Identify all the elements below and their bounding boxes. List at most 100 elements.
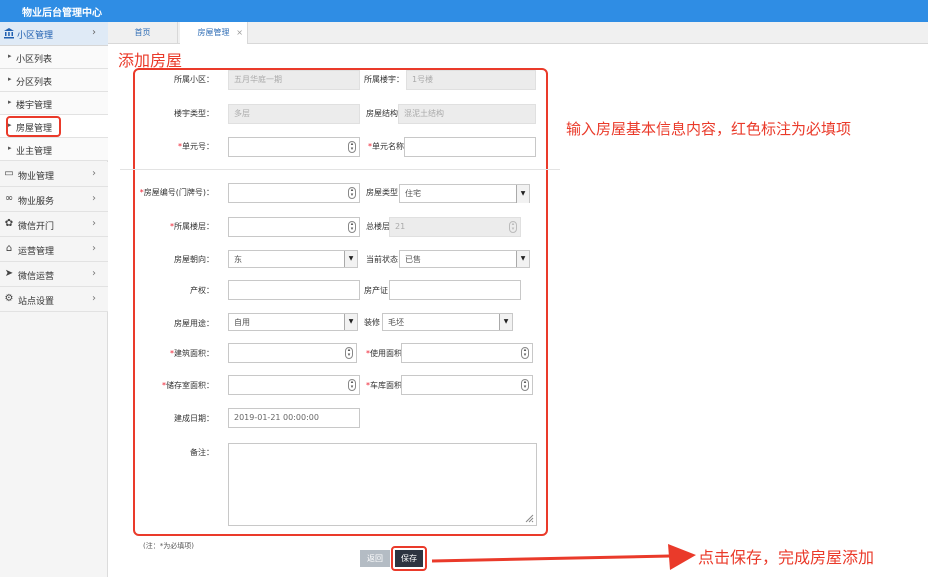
sidebar-group-site-settings[interactable]: ⚙ 站点设置 › — [0, 287, 108, 312]
send-icon: ➤ — [4, 268, 14, 279]
property-right-input[interactable] — [228, 280, 360, 300]
sidebar-item-zone-list[interactable]: ▸ 分区列表 — [0, 69, 108, 92]
orientation-label: 房屋朝向： — [174, 255, 214, 264]
sidebar-group-label: 物业服务 — [18, 197, 55, 207]
chevron-right-icon: › — [92, 193, 96, 204]
floor-label: *所属楼层： — [140, 221, 214, 232]
remark-textarea[interactable] — [228, 443, 537, 526]
stepper-icon[interactable]: ▴ ▾ — [348, 141, 356, 153]
sidebar-item-community-list[interactable]: ▸ 小区列表 — [0, 46, 108, 69]
sidebar: 小区管理 › ▸ 小区列表 ▸ 分区列表 ▸ 楼宇管理 ▸ 房屋管理 ▸ 业主管… — [0, 22, 108, 577]
sidebar-group-label: 微信开门 — [18, 222, 55, 232]
total-floors-field[interactable]: 21 ▴ ▾ — [389, 217, 521, 237]
building-icon: ⌂ — [5, 243, 13, 254]
community-field[interactable]: 五月华庭一期 — [228, 70, 360, 90]
storage-area-input[interactable]: ▴ ▾ — [228, 375, 360, 395]
annotation-arrow-icon — [431, 544, 696, 570]
usage-label: 房屋用途： — [174, 319, 214, 328]
sidebar-group-label: 运营管理 — [18, 247, 55, 257]
sidebar-item-label: 小区列表 — [16, 55, 53, 65]
sidebar-item-building-manage[interactable]: ▸ 楼宇管理 — [0, 92, 108, 115]
tab-house-manage[interactable]: 房屋管理 × — [180, 22, 248, 44]
sidebar-item-label: 分区列表 — [16, 78, 53, 88]
decoration-label: 装修 — [364, 318, 380, 327]
close-icon[interactable]: × — [236, 22, 243, 44]
sidebar-item-label: 房屋管理 — [16, 124, 53, 134]
chevron-right-icon: › — [92, 293, 96, 304]
sidebar-group-service[interactable]: ∞ 物业服务 › — [0, 187, 108, 212]
build-area-label: *建筑面积： — [140, 348, 214, 359]
sidebar-item-house-manage[interactable]: ▸ 房屋管理 — [0, 115, 108, 138]
dropdown-arrow-icon: ▼ — [516, 185, 529, 203]
chevron-right-icon: › — [92, 268, 96, 279]
app-title: 物业后台管理中心 — [22, 8, 102, 19]
caret-right-icon: ▸ — [8, 144, 12, 152]
sidebar-group-label: 站点设置 — [18, 297, 55, 307]
resize-handle-icon[interactable] — [524, 513, 534, 523]
decoration-select[interactable]: 毛坯 ▼ — [382, 313, 513, 331]
chevron-right-icon: › — [92, 243, 96, 254]
sidebar-group-label: 微信运营 — [18, 272, 55, 282]
required-note: (注：*为必填项) — [143, 542, 194, 550]
bank-icon — [3, 27, 15, 39]
stepper-icon[interactable]: ▴ ▾ — [348, 187, 356, 199]
unit-no-label: *单元号： — [140, 141, 214, 152]
floor-input[interactable]: ▴ ▾ — [228, 217, 360, 237]
dropdown-arrow-icon: ▼ — [499, 314, 512, 330]
house-no-label-text: 房屋编号(门牌号)： — [143, 188, 214, 197]
sidebar-group-wechat-ops[interactable]: ➤ 微信运营 › — [0, 262, 108, 287]
building-type-field[interactable]: 多层 — [228, 104, 360, 124]
status-value: 已售 — [405, 255, 421, 264]
building-field[interactable]: 1号楼 — [406, 70, 536, 90]
community-label: 所属小区： — [174, 75, 214, 84]
form-divider — [120, 169, 560, 170]
chevron-right-icon: › — [92, 168, 96, 179]
build-area-input[interactable]: ▴ ▾ — [228, 343, 357, 363]
stepper-icon[interactable]: ▴ ▾ — [348, 221, 356, 233]
sidebar-group-label: 小区管理 — [17, 31, 54, 41]
back-button[interactable]: 返回 — [360, 550, 390, 567]
house-type-value: 住宅 — [405, 189, 421, 198]
house-no-label: *房屋编号(门牌号)： — [120, 187, 214, 198]
unit-no-label-text: 单元号： — [182, 142, 214, 151]
dropdown-arrow-icon: ▼ — [516, 251, 529, 267]
stepper-icon[interactable]: ▴ ▾ — [521, 347, 529, 359]
tab-home[interactable]: 首页 — [108, 22, 178, 44]
total-floors-label: 总楼层 — [366, 222, 390, 231]
chevron-right-icon: › — [92, 218, 96, 229]
build-date-input[interactable]: 2019-01-21 00:00:00 — [228, 408, 360, 428]
card-icon: ▭ — [4, 168, 14, 179]
sidebar-item-owner-manage[interactable]: ▸ 业主管理 — [0, 138, 108, 161]
status-select[interactable]: 已售 ▼ — [399, 250, 530, 268]
unit-name-label-text: 单元名称 — [372, 142, 404, 151]
stepper-icon[interactable]: ▴ ▾ — [521, 379, 529, 391]
sidebar-group-property[interactable]: ▭ 物业管理 › — [0, 162, 108, 187]
stepper-icon[interactable]: ▴ ▾ — [345, 347, 353, 359]
structure-field[interactable]: 混泥土结构 — [398, 104, 536, 124]
floor-label-text: 所属楼层： — [174, 222, 214, 231]
sidebar-group-wechat-door[interactable]: ✿ 微信开门 › — [0, 212, 108, 237]
chevron-right-icon: › — [92, 27, 96, 38]
unit-no-input[interactable]: ▴ ▾ — [228, 137, 360, 157]
sidebar-group-operation[interactable]: ⌂ 运营管理 › — [0, 237, 108, 262]
certificate-label: 房产证 — [364, 286, 388, 295]
house-type-label: 房屋类型 — [366, 188, 398, 197]
sidebar-group-community[interactable]: 小区管理 › — [0, 22, 108, 46]
tab-bar: 首页 房屋管理 × — [108, 22, 928, 44]
unit-name-input[interactable] — [404, 137, 536, 157]
certificate-input[interactable] — [389, 280, 521, 300]
stepper-icon: ▴ ▾ — [509, 221, 517, 233]
gears-icon: ⚙ — [4, 293, 14, 304]
orientation-select[interactable]: 东 ▼ — [228, 250, 358, 268]
garage-area-input[interactable]: ▴ ▾ — [401, 375, 533, 395]
house-type-select[interactable]: 住宅 ▼ — [399, 184, 530, 203]
stepper-icon[interactable]: ▴ ▾ — [348, 379, 356, 391]
annotation-save-instruction: 点击保存，完成房屋添加 — [698, 548, 875, 567]
use-area-input[interactable]: ▴ ▾ — [401, 343, 533, 363]
caret-right-icon: ▸ — [8, 52, 12, 60]
build-date-label: 建成日期： — [174, 414, 214, 423]
status-label: 当前状态 — [366, 255, 398, 264]
house-no-input[interactable]: ▴ ▾ — [228, 183, 360, 203]
usage-select[interactable]: 自用 ▼ — [228, 313, 358, 331]
orientation-value: 东 — [234, 255, 242, 264]
